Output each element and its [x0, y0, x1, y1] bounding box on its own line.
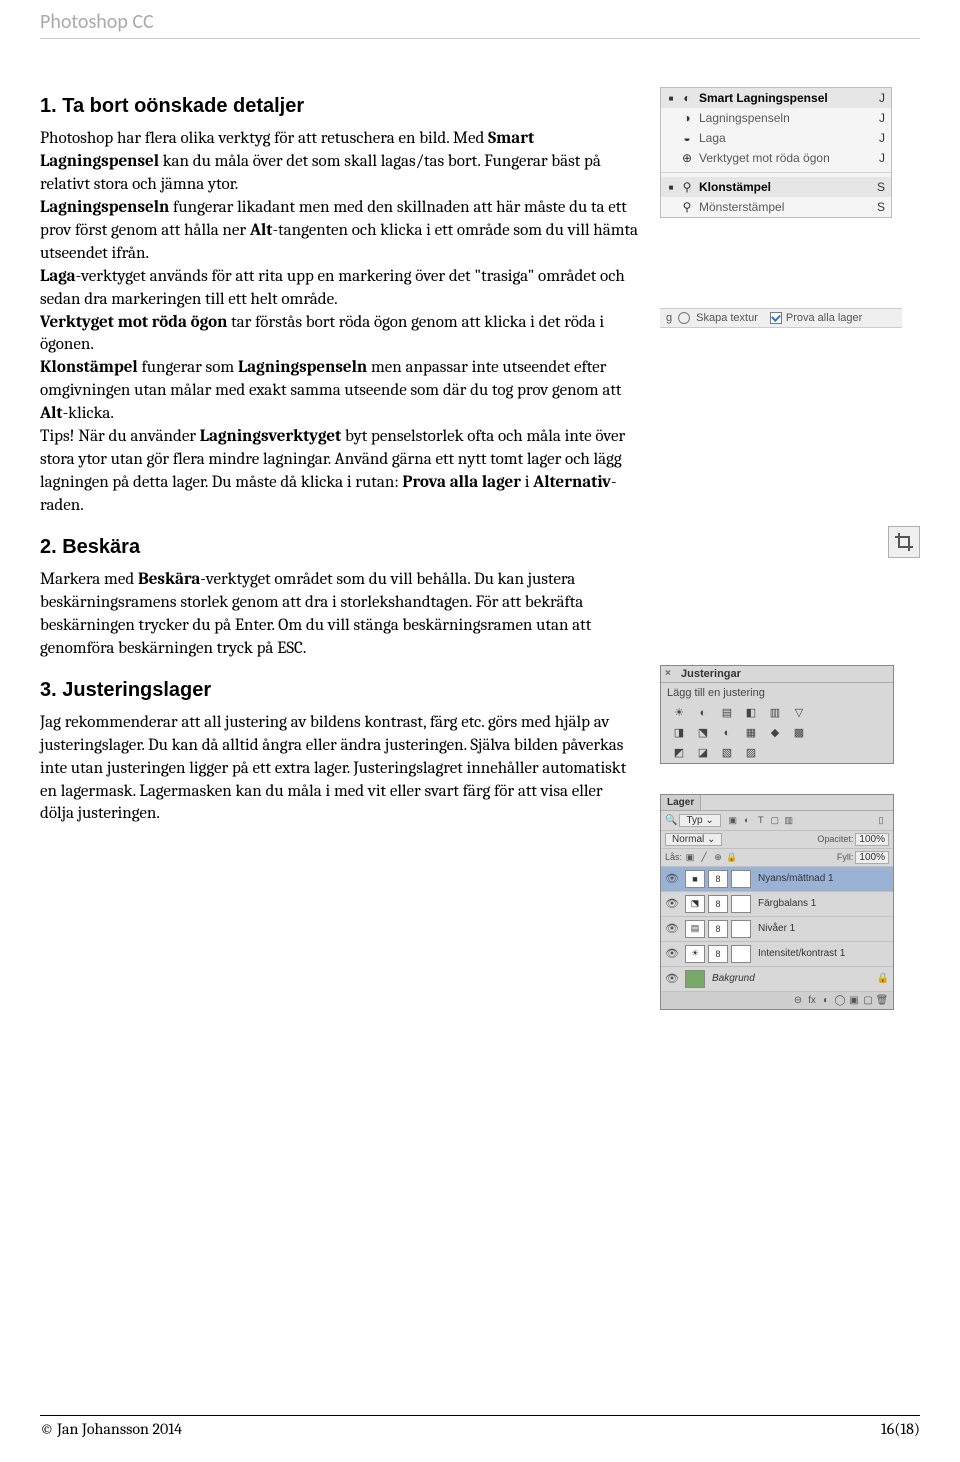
- levels-icon[interactable]: ◐: [693, 705, 713, 721]
- filter-type-dropdown[interactable]: Typ ⌄: [679, 814, 720, 827]
- close-icon[interactable]: ×: [665, 668, 675, 679]
- lock-paint-icon[interactable]: ╱: [698, 851, 710, 863]
- filter-smart-icon[interactable]: ▥: [783, 814, 795, 826]
- bw-icon[interactable]: ◐: [717, 725, 737, 741]
- bandage-icon: ◐: [679, 90, 695, 106]
- section1-body: Photoshop har flera olika verktyg för at…: [40, 128, 640, 518]
- adj-row-1: ☀ ◐ ▤ ◧ ▥ ▽: [661, 703, 893, 723]
- page-header: Photoshop CC: [40, 10, 920, 39]
- eye-icon[interactable]: 👁: [665, 922, 679, 935]
- options-bar-fragment: g Skapa textur Prova alla lager: [660, 308, 902, 328]
- exposure-icon[interactable]: ◧: [741, 705, 761, 721]
- lock-move-icon[interactable]: ⊕: [712, 851, 724, 863]
- brightness-icon[interactable]: ☀: [669, 705, 689, 721]
- layer-row-hue[interactable]: 👁 ■ 8 Nyans/mättnad 1: [661, 867, 893, 892]
- radio-icon[interactable]: [678, 312, 690, 324]
- threshold-icon[interactable]: ▧: [717, 745, 737, 761]
- layer-filter-row: 🔍 Typ ⌄ ▣ ◐ T ▢ ▥ ▯: [661, 811, 893, 831]
- pattern-stamp-icon: ⚲: [679, 199, 695, 215]
- copyright: © Jan Johansson 2014: [40, 1420, 182, 1438]
- section3-title: 3. Justeringslager: [40, 679, 640, 702]
- adjustments-tab[interactable]: Justeringar: [681, 668, 741, 680]
- blend-mode-dropdown[interactable]: Normal ⌄: [665, 833, 722, 846]
- color-balance-icon[interactable]: ⬔: [693, 725, 713, 741]
- adj-row-2: ◨ ⬔ ◐ ▦ ◆ ▩: [661, 723, 893, 743]
- layers-footer: ⊖ fx ◐ ◯ ▣ ▢ 🗑: [661, 992, 893, 1009]
- invert-icon[interactable]: ◩: [669, 745, 689, 761]
- mask-thumb-icon: 8: [708, 870, 728, 888]
- fx-icon[interactable]: fx: [805, 995, 819, 1006]
- filter-pixel-icon[interactable]: ▣: [727, 814, 739, 826]
- photo-filter-icon[interactable]: ▦: [741, 725, 761, 741]
- bandage-icon: ◑: [679, 110, 695, 126]
- triangle-icon[interactable]: ▽: [789, 705, 809, 721]
- eye-icon[interactable]: 👁: [665, 947, 679, 960]
- section1-title: 1. Ta bort oönskade detaljer: [40, 95, 640, 118]
- create-texture-label: Skapa textur: [696, 312, 758, 324]
- tool-smart-healing[interactable]: ■◐ Smart LagningspenselJ: [661, 88, 891, 108]
- group-icon[interactable]: ▣: [847, 995, 861, 1006]
- section3-body: Jag rekommenderar att all justering av b…: [40, 712, 640, 827]
- crop-tool-button[interactable]: [888, 526, 920, 558]
- gradient-map-icon[interactable]: ▨: [741, 745, 761, 761]
- layer-row-brightness[interactable]: 👁 ☀8 Intensitet/kontrast 1: [661, 942, 893, 967]
- curves-icon[interactable]: ▤: [717, 705, 737, 721]
- lookup-icon[interactable]: ▩: [789, 725, 809, 741]
- search-icon: 🔍: [665, 815, 677, 826]
- tool-healing-brush[interactable]: ◑ LagningspenselnJ: [661, 108, 891, 128]
- adj-thumb-icon: ■: [685, 870, 705, 888]
- red-eye-icon: ⊕: [679, 150, 695, 166]
- filter-adj-icon[interactable]: ◐: [741, 814, 753, 826]
- hue-icon[interactable]: ◨: [669, 725, 689, 741]
- lock-label: Lås:: [665, 852, 682, 862]
- crop-icon: [895, 533, 913, 551]
- page-footer: © Jan Johansson 2014 16(18): [40, 1415, 920, 1438]
- trash-icon[interactable]: 🗑: [875, 995, 889, 1006]
- tool-flyout-healing: ■◐ Smart LagningspenselJ ◑ Lagningspense…: [660, 87, 892, 218]
- filter-toggle-icon[interactable]: ▯: [875, 814, 887, 826]
- tool-patch[interactable]: ◒ LagaJ: [661, 128, 891, 148]
- eye-icon[interactable]: 👁: [665, 872, 679, 885]
- section2-title: 2. Beskära: [40, 536, 640, 559]
- layers-panel: Lager 🔍 Typ ⌄ ▣ ◐ T ▢ ▥ ▯ Normal ⌄ Opaci…: [660, 794, 894, 1010]
- link-icon[interactable]: ⊖: [791, 995, 805, 1006]
- lock-trans-icon[interactable]: ▣: [684, 851, 696, 863]
- tool-pattern-stamp[interactable]: ⚲ MönsterstämpelS: [661, 197, 891, 217]
- add-adjustment-label: Lägg till en justering: [661, 683, 893, 703]
- mask-icon[interactable]: ◐: [819, 995, 833, 1006]
- sample-all-layers-label: Prova alla lager: [786, 312, 862, 324]
- opacity-field[interactable]: 100%: [855, 833, 889, 846]
- channel-mixer-icon[interactable]: ◆: [765, 725, 785, 741]
- vibrance-icon[interactable]: ▥: [765, 705, 785, 721]
- new-layer-icon[interactable]: ▢: [861, 995, 875, 1006]
- page-number: 16(18): [881, 1420, 920, 1438]
- fill-field[interactable]: 100%: [855, 851, 889, 864]
- adj-row-3: ◩ ◪ ▧ ▨: [661, 743, 893, 763]
- eye-icon[interactable]: 👁: [665, 897, 679, 910]
- adj-new-icon[interactable]: ◯: [833, 995, 847, 1006]
- patch-icon: ◒: [679, 130, 695, 146]
- adjustments-panel: × Justeringar Lägg till en justering ☀ ◐…: [660, 665, 894, 764]
- stamp-icon: ⚲: [679, 179, 695, 195]
- fill-label: Fyll:: [837, 852, 854, 862]
- tool-clone-stamp[interactable]: ■⚲ KlonstämpelS: [661, 177, 891, 197]
- layer-row-color-balance[interactable]: 👁 ⬔8 Färgbalans 1: [661, 892, 893, 917]
- layers-tab[interactable]: Lager: [661, 795, 701, 810]
- section2-body: Markera med Beskära-verktyget området so…: [40, 569, 640, 661]
- layer-row-levels[interactable]: 👁 ▤8 Nivåer 1: [661, 917, 893, 942]
- filter-shape-icon[interactable]: ▢: [769, 814, 781, 826]
- opacity-label: Opacitet:: [817, 834, 853, 844]
- posterize-icon[interactable]: ◪: [693, 745, 713, 761]
- lock-icon: 🔒: [877, 973, 889, 984]
- lock-all-icon[interactable]: 🔒: [726, 851, 738, 863]
- filter-type-icon[interactable]: T: [755, 814, 767, 826]
- eye-icon[interactable]: 👁: [665, 972, 679, 985]
- sample-all-layers-checkbox[interactable]: [770, 312, 782, 324]
- tool-red-eye[interactable]: ⊕ Verktyget mot röda ögonJ: [661, 148, 891, 168]
- layer-row-background[interactable]: 👁 Bakgrund 🔒: [661, 967, 893, 992]
